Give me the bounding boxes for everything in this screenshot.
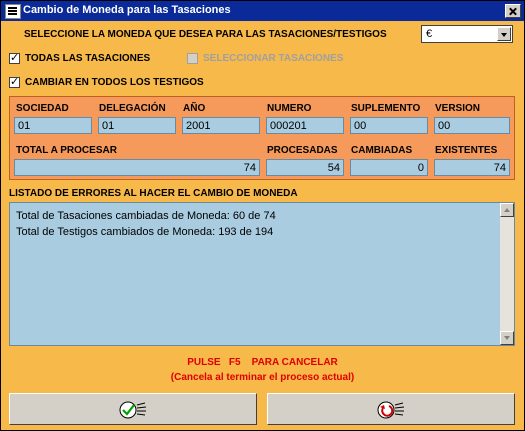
currency-value: € — [426, 28, 433, 40]
record-panel: SOCIEDAD 01 DELEGACIÓN 01 AÑO 2001 NUMER… — [9, 96, 515, 180]
suplemento-field[interactable]: 00 — [350, 117, 428, 134]
undo-icon — [377, 401, 405, 419]
existentes-value: 74 — [493, 162, 506, 174]
suplemento-value: 00 — [354, 120, 367, 132]
chevron-down-icon[interactable] — [497, 27, 511, 41]
list-item: Total de Tasaciones cambiadas de Moneda:… — [16, 210, 276, 222]
sociedad-field[interactable]: 01 — [14, 117, 92, 134]
numero-label: NUMERO — [267, 103, 312, 114]
version-field[interactable]: 00 — [434, 117, 510, 134]
scroll-down-icon[interactable] — [500, 331, 514, 345]
numero-field[interactable]: 000201 — [266, 117, 344, 134]
dialog-window: Cambio de Moneda para las Tasaciones SEL… — [0, 0, 525, 431]
procesadas-field: 54 — [266, 159, 344, 176]
todas-tasaciones-checkbox[interactable] — [9, 51, 20, 64]
total-field: 74 — [14, 159, 260, 176]
total-value: 74 — [243, 162, 256, 174]
scroll-up-icon[interactable] — [500, 203, 514, 217]
currency-prompt: SELECCIONE LA MONEDA QUE DESEA PARA LAS … — [24, 29, 387, 40]
cancel-button[interactable] — [267, 393, 515, 425]
window-title: Cambio de Moneda para las Tasaciones — [23, 4, 231, 16]
delegacion-label: DELEGACIÓN — [99, 103, 166, 114]
delegacion-field[interactable]: 01 — [98, 117, 176, 134]
cambiadas-value: 0 — [417, 162, 424, 174]
suplemento-label: SUPLEMENTO — [351, 103, 421, 114]
currency-select[interactable]: € — [421, 25, 513, 43]
accept-button[interactable] — [9, 393, 257, 425]
errors-list[interactable]: Total de Tasaciones cambiadas de Moneda:… — [9, 202, 515, 346]
cancel-hint-line1: PULSE F5 PARA CANCELAR — [187, 357, 338, 368]
existentes-label: EXISTENTES — [435, 145, 498, 156]
procesadas-value: 54 — [327, 162, 340, 174]
seleccionar-tasaciones-checkbox — [187, 53, 198, 64]
list-item: Total de Testigos cambiados de Moneda: 1… — [16, 226, 274, 238]
form-icon — [5, 4, 21, 19]
version-value: 00 — [438, 120, 451, 132]
existentes-field: 74 — [434, 159, 510, 176]
sociedad-value: 01 — [18, 120, 31, 132]
close-icon[interactable] — [505, 4, 521, 18]
version-label: VERSION — [435, 103, 481, 114]
total-label: TOTAL A PROCESAR — [16, 145, 117, 156]
procesadas-label: PROCESADAS — [267, 145, 338, 156]
title-bar: Cambio de Moneda para las Tasaciones — [1, 1, 524, 21]
cambiadas-field: 0 — [350, 159, 428, 176]
delegacion-value: 01 — [102, 120, 115, 132]
check-icon — [119, 401, 147, 419]
cancel-hint-line2: (Cancela al terminar el proceso actual) — [170, 372, 355, 383]
cambiar-testigos-checkbox[interactable] — [9, 75, 20, 88]
todas-tasaciones-label: TODAS LAS TASACIONES — [25, 53, 151, 64]
sociedad-label: SOCIEDAD — [16, 103, 69, 114]
anio-field[interactable]: 2001 — [182, 117, 260, 134]
cambiadas-label: CAMBIADAS — [351, 145, 413, 156]
seleccionar-tasaciones-label: SELECCIONAR TASACIONES — [203, 53, 344, 64]
errors-title: LISTADO DE ERRORES AL HACER EL CAMBIO DE… — [9, 188, 298, 199]
cambiar-testigos-label: CAMBIAR EN TODOS LOS TESTIGOS — [25, 77, 204, 88]
scrollbar[interactable] — [500, 203, 514, 345]
anio-value: 2001 — [186, 120, 211, 132]
anio-label: AÑO — [183, 103, 206, 114]
numero-value: 000201 — [270, 120, 307, 132]
